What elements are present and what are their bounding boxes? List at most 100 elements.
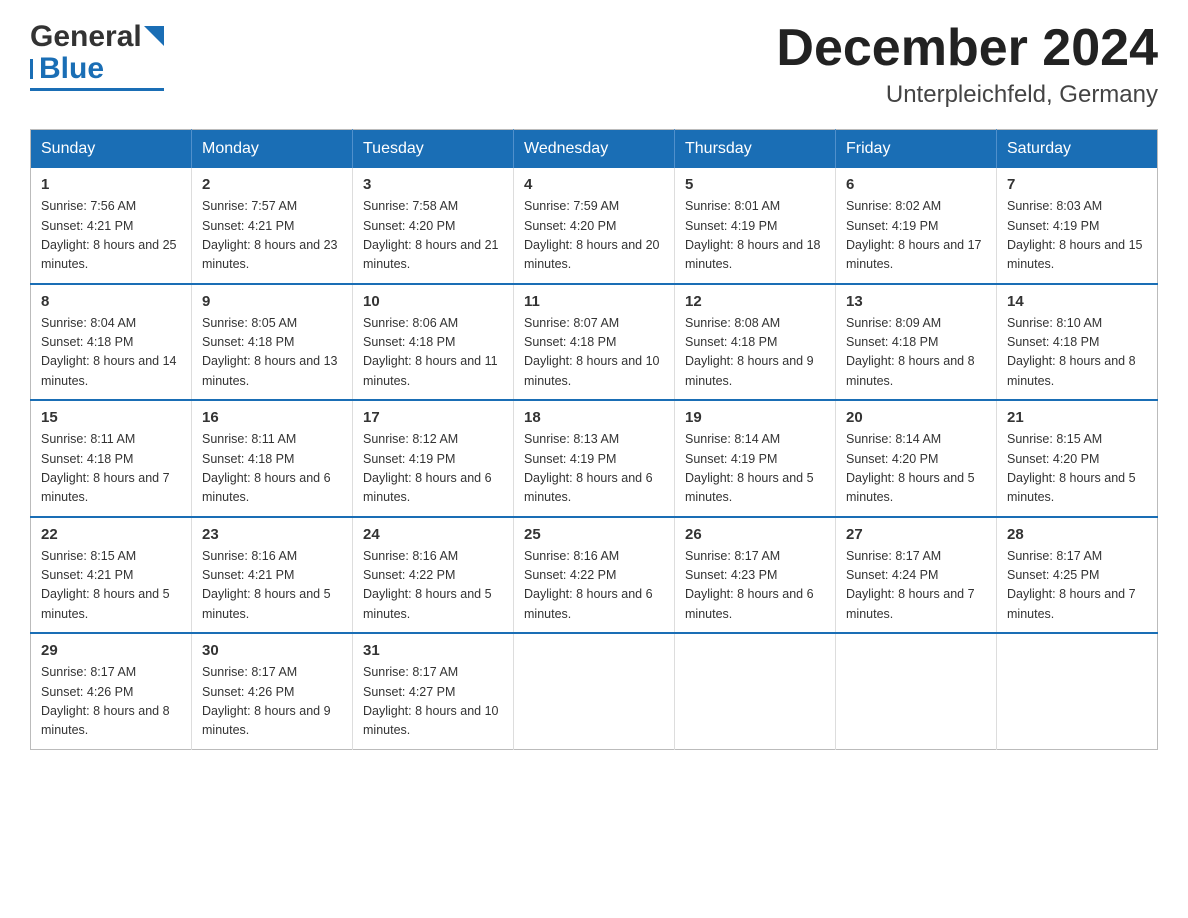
day-number: 16: [202, 409, 342, 426]
day-number: 10: [363, 293, 503, 310]
day-info: Sunrise: 8:08 AMSunset: 4:18 PMDaylight:…: [685, 314, 825, 392]
page-header: General Blue December 2024 Unterpleichfe…: [30, 20, 1158, 109]
calendar-cell: 30 Sunrise: 8:17 AMSunset: 4:26 PMDaylig…: [192, 633, 353, 749]
day-number: 11: [524, 293, 664, 310]
day-info: Sunrise: 8:16 AMSunset: 4:21 PMDaylight:…: [202, 547, 342, 625]
day-info: Sunrise: 8:10 AMSunset: 4:18 PMDaylight:…: [1007, 314, 1147, 392]
day-info: Sunrise: 7:57 AMSunset: 4:21 PMDaylight:…: [202, 197, 342, 275]
calendar-cell: 5 Sunrise: 8:01 AMSunset: 4:19 PMDayligh…: [675, 168, 836, 284]
calendar-week-row: 29 Sunrise: 8:17 AMSunset: 4:26 PMDaylig…: [31, 633, 1158, 749]
logo-general: General: [30, 20, 142, 54]
day-info: Sunrise: 8:02 AMSunset: 4:19 PMDaylight:…: [846, 197, 986, 275]
calendar-week-row: 1 Sunrise: 7:56 AMSunset: 4:21 PMDayligh…: [31, 168, 1158, 284]
day-number: 30: [202, 642, 342, 659]
day-info: Sunrise: 8:09 AMSunset: 4:18 PMDaylight:…: [846, 314, 986, 392]
calendar-cell: 4 Sunrise: 7:59 AMSunset: 4:20 PMDayligh…: [514, 168, 675, 284]
day-info: Sunrise: 8:15 AMSunset: 4:21 PMDaylight:…: [41, 547, 181, 625]
day-number: 21: [1007, 409, 1147, 426]
calendar-cell: 23 Sunrise: 8:16 AMSunset: 4:21 PMDaylig…: [192, 517, 353, 634]
day-info: Sunrise: 8:05 AMSunset: 4:18 PMDaylight:…: [202, 314, 342, 392]
day-number: 31: [363, 642, 503, 659]
day-info: Sunrise: 8:17 AMSunset: 4:24 PMDaylight:…: [846, 547, 986, 625]
day-number: 18: [524, 409, 664, 426]
day-info: Sunrise: 8:14 AMSunset: 4:20 PMDaylight:…: [846, 430, 986, 508]
day-number: 3: [363, 176, 503, 193]
day-number: 9: [202, 293, 342, 310]
day-info: Sunrise: 7:59 AMSunset: 4:20 PMDaylight:…: [524, 197, 664, 275]
day-info: Sunrise: 8:12 AMSunset: 4:19 PMDaylight:…: [363, 430, 503, 508]
day-number: 19: [685, 409, 825, 426]
weekday-header-friday: Friday: [836, 130, 997, 169]
day-info: Sunrise: 8:16 AMSunset: 4:22 PMDaylight:…: [524, 547, 664, 625]
day-info: Sunrise: 8:01 AMSunset: 4:19 PMDaylight:…: [685, 197, 825, 275]
day-info: Sunrise: 8:15 AMSunset: 4:20 PMDaylight:…: [1007, 430, 1147, 508]
calendar-cell: 13 Sunrise: 8:09 AMSunset: 4:18 PMDaylig…: [836, 284, 997, 401]
day-number: 26: [685, 526, 825, 543]
day-number: 2: [202, 176, 342, 193]
calendar-cell: 28 Sunrise: 8:17 AMSunset: 4:25 PMDaylig…: [997, 517, 1158, 634]
calendar-cell: 21 Sunrise: 8:15 AMSunset: 4:20 PMDaylig…: [997, 400, 1158, 517]
logo: General Blue: [30, 20, 164, 91]
calendar-cell: 7 Sunrise: 8:03 AMSunset: 4:19 PMDayligh…: [997, 168, 1158, 284]
day-number: 4: [524, 176, 664, 193]
day-info: Sunrise: 8:13 AMSunset: 4:19 PMDaylight:…: [524, 430, 664, 508]
day-number: 24: [363, 526, 503, 543]
calendar-cell: 16 Sunrise: 8:11 AMSunset: 4:18 PMDaylig…: [192, 400, 353, 517]
day-info: Sunrise: 8:14 AMSunset: 4:19 PMDaylight:…: [685, 430, 825, 508]
calendar-cell: 14 Sunrise: 8:10 AMSunset: 4:18 PMDaylig…: [997, 284, 1158, 401]
weekday-header-sunday: Sunday: [31, 130, 192, 169]
day-info: Sunrise: 8:04 AMSunset: 4:18 PMDaylight:…: [41, 314, 181, 392]
day-number: 28: [1007, 526, 1147, 543]
day-number: 14: [1007, 293, 1147, 310]
day-number: 7: [1007, 176, 1147, 193]
day-number: 5: [685, 176, 825, 193]
logo-blue: Blue: [33, 52, 104, 86]
calendar-cell: [675, 633, 836, 749]
day-number: 20: [846, 409, 986, 426]
calendar-cell: 25 Sunrise: 8:16 AMSunset: 4:22 PMDaylig…: [514, 517, 675, 634]
logo-triangle-icon: [144, 26, 164, 46]
day-info: Sunrise: 8:16 AMSunset: 4:22 PMDaylight:…: [363, 547, 503, 625]
day-info: Sunrise: 8:11 AMSunset: 4:18 PMDaylight:…: [41, 430, 181, 508]
day-info: Sunrise: 8:03 AMSunset: 4:19 PMDaylight:…: [1007, 197, 1147, 275]
calendar-cell: 17 Sunrise: 8:12 AMSunset: 4:19 PMDaylig…: [353, 400, 514, 517]
calendar-cell: 26 Sunrise: 8:17 AMSunset: 4:23 PMDaylig…: [675, 517, 836, 634]
calendar-cell: [514, 633, 675, 749]
weekday-header-wednesday: Wednesday: [514, 130, 675, 169]
day-number: 8: [41, 293, 181, 310]
logo-underline: [30, 88, 164, 91]
day-info: Sunrise: 8:17 AMSunset: 4:23 PMDaylight:…: [685, 547, 825, 625]
day-number: 29: [41, 642, 181, 659]
day-info: Sunrise: 8:17 AMSunset: 4:26 PMDaylight:…: [202, 663, 342, 741]
day-number: 6: [846, 176, 986, 193]
calendar-cell: [997, 633, 1158, 749]
calendar-cell: 6 Sunrise: 8:02 AMSunset: 4:19 PMDayligh…: [836, 168, 997, 284]
day-info: Sunrise: 7:58 AMSunset: 4:20 PMDaylight:…: [363, 197, 503, 275]
calendar-cell: 22 Sunrise: 8:15 AMSunset: 4:21 PMDaylig…: [31, 517, 192, 634]
day-info: Sunrise: 8:06 AMSunset: 4:18 PMDaylight:…: [363, 314, 503, 392]
calendar-cell: 3 Sunrise: 7:58 AMSunset: 4:20 PMDayligh…: [353, 168, 514, 284]
day-info: Sunrise: 8:17 AMSunset: 4:25 PMDaylight:…: [1007, 547, 1147, 625]
day-info: Sunrise: 7:56 AMSunset: 4:21 PMDaylight:…: [41, 197, 181, 275]
day-number: 23: [202, 526, 342, 543]
day-number: 27: [846, 526, 986, 543]
calendar-week-row: 8 Sunrise: 8:04 AMSunset: 4:18 PMDayligh…: [31, 284, 1158, 401]
weekday-header-saturday: Saturday: [997, 130, 1158, 169]
day-info: Sunrise: 8:17 AMSunset: 4:27 PMDaylight:…: [363, 663, 503, 741]
calendar-cell: 12 Sunrise: 8:08 AMSunset: 4:18 PMDaylig…: [675, 284, 836, 401]
day-info: Sunrise: 8:17 AMSunset: 4:26 PMDaylight:…: [41, 663, 181, 741]
weekday-header-monday: Monday: [192, 130, 353, 169]
location-title: Unterpleichfeld, Germany: [776, 81, 1158, 109]
weekday-header-thursday: Thursday: [675, 130, 836, 169]
calendar-cell: 11 Sunrise: 8:07 AMSunset: 4:18 PMDaylig…: [514, 284, 675, 401]
calendar-cell: 2 Sunrise: 7:57 AMSunset: 4:21 PMDayligh…: [192, 168, 353, 284]
day-number: 17: [363, 409, 503, 426]
calendar-cell: 18 Sunrise: 8:13 AMSunset: 4:19 PMDaylig…: [514, 400, 675, 517]
day-number: 25: [524, 526, 664, 543]
day-info: Sunrise: 8:07 AMSunset: 4:18 PMDaylight:…: [524, 314, 664, 392]
month-title: December 2024: [776, 20, 1158, 77]
day-number: 1: [41, 176, 181, 193]
weekday-header-tuesday: Tuesday: [353, 130, 514, 169]
calendar-cell: 19 Sunrise: 8:14 AMSunset: 4:19 PMDaylig…: [675, 400, 836, 517]
calendar-week-row: 22 Sunrise: 8:15 AMSunset: 4:21 PMDaylig…: [31, 517, 1158, 634]
